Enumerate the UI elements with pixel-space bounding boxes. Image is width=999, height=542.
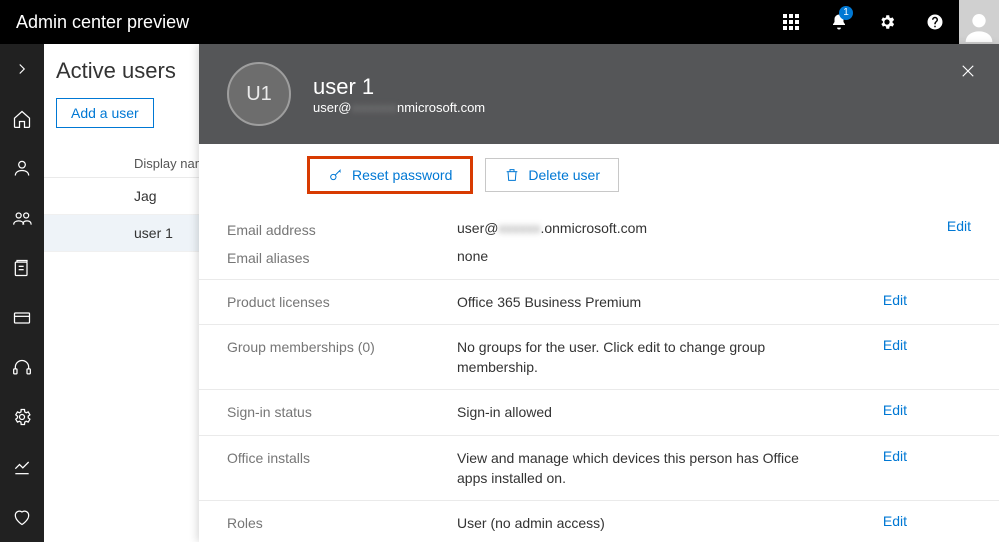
- app-title: Admin center preview: [0, 12, 767, 33]
- nav-home[interactable]: [0, 94, 44, 144]
- value-email-address: user@xxxxxx.onmicrosoft.com: [457, 218, 827, 238]
- delete-user-label: Delete user: [528, 167, 600, 183]
- edit-groups-link[interactable]: Edit: [883, 337, 907, 353]
- row-roles: Roles User (no admin access) Edit: [199, 500, 999, 542]
- label-signin-status: Sign-in status: [227, 402, 457, 420]
- label-office-installs: Office installs: [227, 448, 457, 466]
- left-nav: [0, 44, 44, 542]
- nav-reports[interactable]: [0, 442, 44, 492]
- nav-groups[interactable]: [0, 193, 44, 243]
- key-icon: [328, 167, 344, 183]
- reset-password-label: Reset password: [352, 167, 452, 183]
- trash-icon: [504, 167, 520, 183]
- app-launcher-button[interactable]: [767, 0, 815, 44]
- value-office-installs: View and manage which devices this perso…: [457, 448, 827, 489]
- value-roles: User (no admin access): [457, 513, 827, 533]
- label-email-aliases: Email aliases: [227, 246, 457, 266]
- shell: Active users Add a user Display name Jag…: [0, 44, 999, 542]
- help-button[interactable]: [911, 0, 959, 44]
- value-email-aliases: none: [457, 246, 827, 266]
- flyout-header: U1 user 1 user@xxxxxxxnmicrosoft.com: [199, 44, 999, 144]
- notification-badge: 1: [839, 6, 853, 20]
- flyout-heading-text: user 1 user@xxxxxxxnmicrosoft.com: [313, 74, 485, 115]
- row-licenses: Product licenses Office 365 Business Pre…: [199, 279, 999, 324]
- main-area: Active users Add a user Display name Jag…: [44, 44, 999, 542]
- account-avatar[interactable]: [959, 0, 999, 44]
- label-email-address: Email address: [227, 218, 457, 238]
- value-product-licenses: Office 365 Business Premium: [457, 292, 827, 312]
- nav-users[interactable]: [0, 144, 44, 194]
- row-office-installs: Office installs View and manage which de…: [199, 435, 999, 501]
- edit-licenses-link[interactable]: Edit: [883, 292, 907, 308]
- settings-button[interactable]: [863, 0, 911, 44]
- edit-roles-link[interactable]: Edit: [883, 513, 907, 529]
- nav-cards[interactable]: [0, 293, 44, 343]
- notifications-button[interactable]: 1: [815, 0, 863, 44]
- row-groups: Group memberships (0) No groups for the …: [199, 324, 999, 390]
- reset-password-button[interactable]: Reset password: [309, 158, 471, 192]
- flyout-actions: Reset password Delete user: [199, 144, 999, 206]
- user-email: user@xxxxxxxnmicrosoft.com: [313, 100, 485, 115]
- value-group-memberships: No groups for the user. Click edit to ch…: [457, 337, 827, 378]
- delete-user-button[interactable]: Delete user: [485, 158, 619, 192]
- close-button[interactable]: [959, 62, 977, 83]
- row-signin: Sign-in status Sign-in allowed Edit: [199, 389, 999, 434]
- add-user-button[interactable]: Add a user: [56, 98, 154, 128]
- edit-signin-link[interactable]: Edit: [883, 402, 907, 418]
- edit-office-installs-link[interactable]: Edit: [883, 448, 907, 464]
- top-bar: Admin center preview 1: [0, 0, 999, 44]
- details-section: Email address user@xxxxxx.onmicrosoft.co…: [199, 206, 999, 542]
- nav-billing[interactable]: [0, 243, 44, 293]
- topbar-actions: 1: [767, 0, 999, 44]
- nav-health[interactable]: [0, 492, 44, 542]
- nav-expand-button[interactable]: [0, 44, 44, 94]
- user-avatar-initials: U1: [227, 62, 291, 126]
- label-roles: Roles: [227, 513, 457, 531]
- nav-settings[interactable]: [0, 393, 44, 443]
- nav-support[interactable]: [0, 343, 44, 393]
- user-detail-flyout: U1 user 1 user@xxxxxxxnmicrosoft.com Res…: [199, 44, 999, 542]
- value-signin-status: Sign-in allowed: [457, 402, 827, 422]
- label-group-memberships: Group memberships (0): [227, 337, 457, 355]
- user-display-name: user 1: [313, 74, 485, 100]
- label-product-licenses: Product licenses: [227, 292, 457, 310]
- row-email: Email address user@xxxxxx.onmicrosoft.co…: [199, 206, 999, 279]
- edit-email-link[interactable]: Edit: [947, 218, 971, 234]
